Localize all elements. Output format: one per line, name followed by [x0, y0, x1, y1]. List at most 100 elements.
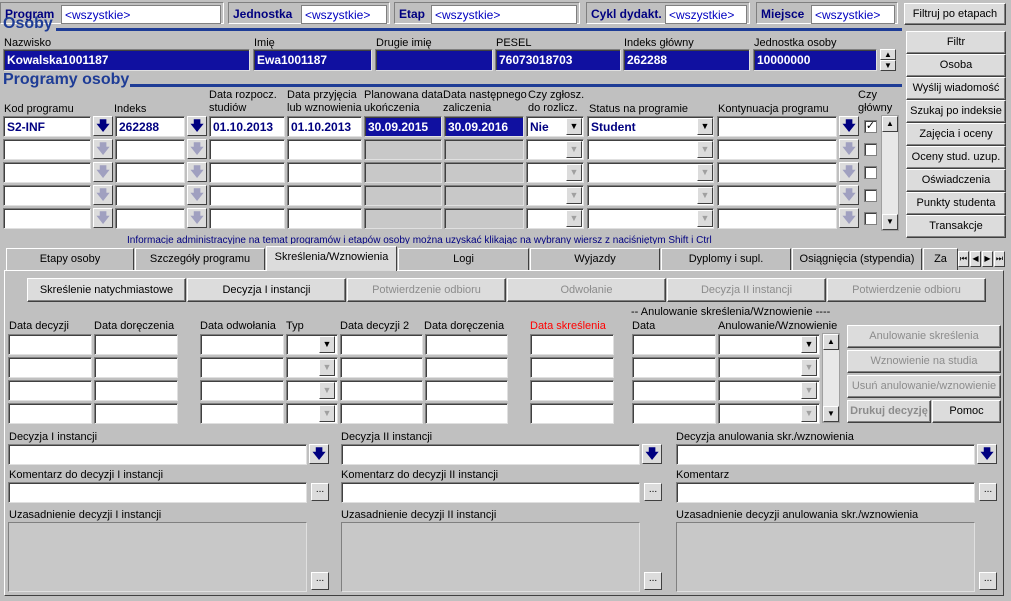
justification-cancel-field[interactable]	[676, 522, 975, 592]
subtab-confirm2[interactable]: Potwierdzenie odbioru	[827, 278, 986, 302]
removal-date-field[interactable]	[530, 357, 614, 378]
student-points-button[interactable]: Punkty studenta	[906, 192, 1006, 215]
status-dropdown-icon[interactable]: ▼	[697, 210, 713, 227]
program-index-field[interactable]	[115, 162, 185, 183]
program-code-field[interactable]	[3, 162, 91, 183]
tab-1[interactable]: Szczegóły programu	[135, 248, 265, 270]
continuation-download-icon[interactable]: 🡇	[839, 208, 859, 228]
program-index-field[interactable]	[115, 208, 185, 229]
continuation-field[interactable]	[717, 185, 837, 206]
resume-studies-button[interactable]: Wznowienie na studia	[847, 350, 1001, 373]
decision-date2-field[interactable]	[340, 334, 423, 355]
tab-2[interactable]: Skreślenia/Wznowienia	[266, 246, 397, 271]
continuation-field[interactable]	[717, 139, 837, 160]
status-select[interactable]	[587, 139, 714, 160]
supplementary-grades-button[interactable]: Oceny stud. uzup.	[906, 146, 1006, 169]
program-code-field[interactable]	[3, 139, 91, 160]
decision-date-field[interactable]	[8, 380, 92, 401]
main-program-checkbox[interactable]	[864, 166, 877, 179]
print-decision-button[interactable]: Drukuj decyzję	[847, 400, 931, 423]
main-program-checkbox[interactable]	[864, 189, 877, 202]
classes-grades-button[interactable]: Zajęcia i oceny	[906, 123, 1006, 146]
reported-dropdown-icon[interactable]: ▼	[566, 141, 582, 158]
subtab-appeal[interactable]: Odwołanie	[507, 278, 666, 302]
unit-filter-value[interactable]: <wszystkie>	[301, 5, 387, 24]
status-select[interactable]	[587, 185, 714, 206]
removal-date-field[interactable]	[530, 334, 614, 355]
admission-date-field[interactable]: 01.10.2013	[287, 116, 362, 137]
start-date-field[interactable]	[209, 208, 285, 229]
decision-date2-field[interactable]	[340, 403, 423, 424]
program-index-download-icon[interactable]: 🡇	[187, 208, 207, 228]
delivery-date-field[interactable]	[94, 380, 178, 401]
justification1-more-button[interactable]: ...	[311, 572, 329, 590]
delete-cancel-button[interactable]: Usuń anulowanie/wznowienie	[847, 375, 1001, 398]
planned-end-field[interactable]	[364, 162, 442, 183]
continuation-download-icon[interactable]: 🡇	[839, 139, 859, 159]
tab-0[interactable]: Etapy osoby	[6, 248, 134, 270]
statements-button[interactable]: Oświadczenia	[906, 169, 1006, 192]
continuation-field[interactable]	[717, 162, 837, 183]
appeal-date-field[interactable]	[200, 357, 284, 378]
cycle-filter-value[interactable]: <wszystkie>	[665, 5, 747, 24]
decision-date2-field[interactable]	[340, 380, 423, 401]
decision2-field[interactable]	[341, 444, 640, 465]
main-program-checkbox[interactable]	[864, 212, 877, 225]
delivery-date-field[interactable]	[94, 334, 178, 355]
delivery-date2-field[interactable]	[425, 334, 508, 355]
delivery-date-field[interactable]	[94, 403, 178, 424]
program-index-download-icon[interactable]: 🡇	[187, 185, 207, 205]
continuation-download-icon[interactable]: 🡇	[839, 162, 859, 182]
programs-scroll-up-icon[interactable]: ▲	[882, 116, 898, 132]
person-unit-field[interactable]: 10000000	[753, 49, 877, 71]
main-program-checkbox[interactable]: ✓	[864, 120, 877, 133]
decision-cancel-field[interactable]	[676, 444, 975, 465]
cancel-date-field[interactable]	[632, 380, 716, 401]
program-index-field[interactable]	[115, 185, 185, 206]
reported-dropdown-icon[interactable]: ▼	[566, 187, 582, 204]
person-button[interactable]: Osoba	[906, 54, 1006, 77]
delivery-date-field[interactable]	[94, 357, 178, 378]
program-code-field[interactable]	[3, 185, 91, 206]
cancel-resume-dropdown-icon[interactable]: ▼	[801, 336, 817, 353]
status-select[interactable]: Student	[587, 116, 714, 137]
subtab-confirm1[interactable]: Potwierdzenie odbioru	[347, 278, 506, 302]
reported-dropdown-icon[interactable]: ▼	[566, 118, 582, 135]
program-index-download-icon[interactable]: 🡇	[187, 116, 207, 136]
cancel-resume-dropdown-icon[interactable]: ▼	[801, 382, 817, 399]
appeal-date-field[interactable]	[200, 334, 284, 355]
program-code-download-icon[interactable]: 🡇	[93, 185, 113, 205]
removal-scroll-down-icon[interactable]: ▼	[823, 406, 839, 422]
program-index-download-icon[interactable]: 🡇	[187, 139, 207, 159]
tab-3[interactable]: Logi	[398, 248, 529, 270]
admission-date-field[interactable]	[287, 208, 362, 229]
surname-field[interactable]: Kowalska1001187	[3, 49, 250, 71]
next-pass-field[interactable]	[444, 208, 524, 229]
next-pass-field[interactable]	[444, 139, 524, 160]
status-dropdown-icon[interactable]: ▼	[697, 187, 713, 204]
removal-scrollbar[interactable]: ▲ ▼	[822, 333, 840, 423]
help-button[interactable]: Pomoc	[932, 400, 1001, 423]
persons-scroll-up-icon[interactable]: ▲	[880, 49, 896, 60]
decision1-field[interactable]	[8, 444, 307, 465]
continuation-download-icon[interactable]: 🡇	[839, 185, 859, 205]
planned-end-field[interactable]	[364, 139, 442, 160]
next-pass-field[interactable]	[444, 185, 524, 206]
type-dropdown-icon[interactable]: ▼	[319, 336, 335, 353]
tab-7[interactable]: Za	[923, 248, 958, 270]
start-date-field[interactable]	[209, 185, 285, 206]
program-code-field[interactable]	[3, 208, 91, 229]
subtab-decision2[interactable]: Decyzja II instancji	[667, 278, 826, 302]
planned-end-field[interactable]	[364, 185, 442, 206]
program-index-field[interactable]	[115, 139, 185, 160]
reported-dropdown-icon[interactable]: ▼	[566, 210, 582, 227]
filter-button[interactable]: Filtr	[906, 31, 1006, 54]
tab-4[interactable]: Wyjazdy	[530, 248, 660, 270]
justification1-field[interactable]	[8, 522, 307, 592]
comment-field[interactable]	[676, 482, 975, 503]
subtab-immediate-removal[interactable]: Skreślenie natychmiastowe	[27, 278, 186, 302]
type-dropdown-icon[interactable]: ▼	[319, 382, 335, 399]
programs-scroll-down-icon[interactable]: ▼	[882, 214, 898, 230]
type-dropdown-icon[interactable]: ▼	[319, 405, 335, 422]
justification-cancel-more-button[interactable]: ...	[979, 572, 997, 590]
